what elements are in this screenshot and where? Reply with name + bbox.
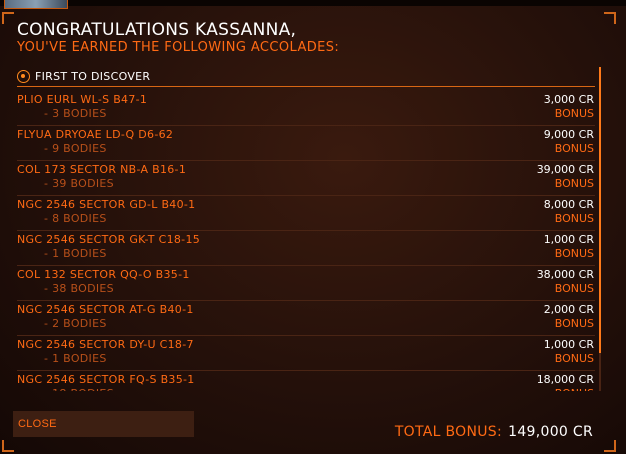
commander-thumbnail <box>4 0 68 9</box>
list-item: FLYUA DRYOAE LD-Q D6-62- 9 BODIES 9,000 C… <box>17 126 595 161</box>
corner-bracket-top-left <box>2 12 14 24</box>
bonus-amount: 39,000 CR <box>536 163 594 176</box>
bonus-label: BONUS <box>554 107 594 120</box>
bodies-count: - 39 BODIES <box>44 177 114 190</box>
list-item: NGC 2546 SECTOR AT-G B40-1- 2 BODIES 2,00… <box>17 301 595 336</box>
list-item: NGC 2546 SECTOR FQ-S B35-1- 18 BODIES 18,… <box>17 371 595 391</box>
system-name: NGC 2546 SECTOR AT-G B40-1 <box>17 303 194 316</box>
bonus-amount: 2,000 CR <box>543 303 594 316</box>
list-item: COL 173 SECTOR NB-A B16-1- 39 BODIES 39,0… <box>17 161 595 196</box>
bodies-count: - 2 BODIES <box>44 317 107 330</box>
bonus-amount: 3,000 CR <box>543 93 594 106</box>
corner-bracket-top-right <box>604 12 616 24</box>
list-item: PLIO EURL WL-S B47-1- 3 BODIES 3,000 CR BO… <box>17 91 595 126</box>
bodies-count: - 1 BODIES <box>44 352 107 365</box>
section-header: FIRST TO DISCOVER <box>17 67 595 85</box>
list-item: NGC 2546 SECTOR DY-U C18-7- 1 BODIES 1,00… <box>17 336 595 371</box>
accolades-dialog: CONGRATULATIONS KASSANNA, YOU'VE EARNED … <box>0 0 626 454</box>
bonus-label: BONUS <box>554 352 594 365</box>
system-name: FLYUA DRYOAE LD-Q D6-62 <box>17 128 174 141</box>
corner-bracket-bottom-left <box>2 440 14 452</box>
bonus-label: BONUS <box>554 282 594 295</box>
corner-bracket-bottom-right <box>604 440 616 452</box>
medal-icon <box>17 69 30 83</box>
system-name: PLIO EURL WL-S B47-1 <box>17 93 148 106</box>
bonus-amount: 8,000 CR <box>543 198 594 211</box>
bodies-count: - 38 BODIES <box>44 282 114 295</box>
system-name: NGC 2546 SECTOR GK-T C18-15 <box>17 233 201 246</box>
system-name: COL 173 SECTOR NB-A B16-1 <box>17 163 187 176</box>
bonus-label: BONUS <box>554 177 594 190</box>
bodies-count: - 18 BODIES <box>44 387 114 391</box>
list-item: COL 132 SECTOR QQ-O B35-1- 38 BODIES 38,0… <box>17 266 595 301</box>
system-name: NGC 2546 SECTOR FQ-S B35-1 <box>17 373 195 386</box>
bonus-label: BONUS <box>554 142 594 155</box>
total-bonus-value: 149,000 CR <box>508 424 593 440</box>
bonus-amount: 1,000 CR <box>543 233 594 246</box>
list-item: NGC 2546 SECTOR GK-T C18-15- 1 BODIES 1,0… <box>17 231 595 266</box>
bonus-amount: 38,000 CR <box>536 268 594 281</box>
total-bonus-label: TOTAL BONUS: <box>394 424 502 440</box>
bonus-label: BONUS <box>555 387 594 391</box>
bonus-label: BONUS <box>554 247 594 260</box>
bonus-label: BONUS <box>554 317 594 330</box>
section-title: FIRST TO DISCOVER <box>35 69 151 83</box>
bodies-count: - 8 BODIES <box>44 212 107 225</box>
system-name: NGC 2546 SECTOR DY-U C18-7 <box>17 338 194 351</box>
dialog-title: CONGRATULATIONS KASSANNA, <box>17 20 297 40</box>
scrollbar-track[interactable] <box>599 353 601 391</box>
close-button-label: CLOSE <box>18 418 57 430</box>
close-button[interactable]: CLOSE <box>13 411 194 437</box>
bodies-count: - 3 BODIES <box>44 107 107 120</box>
scrollbar-thumb[interactable] <box>599 67 601 353</box>
dialog-subtitle: YOU'VE EARNED THE FOLLOWING ACCOLADES: <box>17 40 340 55</box>
system-name: NGC 2546 SECTOR GD-L B40-1 <box>17 198 196 211</box>
accolade-list[interactable]: PLIO EURL WL-S B47-1- 3 BODIES 3,000 CR BO… <box>17 91 595 391</box>
bonus-amount: 18,000 CR <box>536 373 594 386</box>
system-name: COL 132 SECTOR QQ-O B35-1 <box>17 268 190 281</box>
section-divider <box>17 86 595 87</box>
bodies-count: - 9 BODIES <box>44 142 107 155</box>
bonus-amount: 9,000 CR <box>543 128 594 141</box>
bonus-amount: 1,000 CR <box>543 338 594 351</box>
bodies-count: - 1 BODIES <box>44 247 107 260</box>
top-strip <box>0 0 626 6</box>
bonus-label: BONUS <box>554 212 594 225</box>
list-item: NGC 2546 SECTOR GD-L B40-1- 8 BODIES 8,00… <box>17 196 595 231</box>
